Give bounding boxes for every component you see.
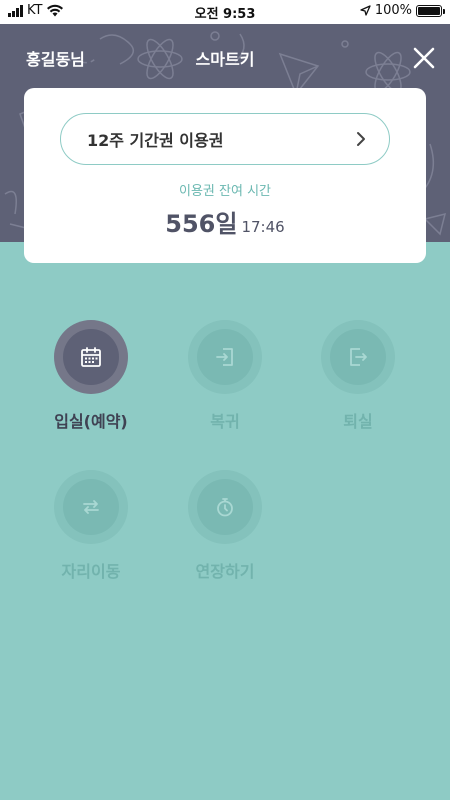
header-bar: 홍길동님 스마트키 bbox=[0, 24, 450, 90]
battery-icon bbox=[416, 4, 445, 17]
return-label: 복귀 bbox=[210, 412, 240, 431]
check-in-circle[interactable] bbox=[54, 320, 128, 394]
pass-name: 12주 기간권 이용권 bbox=[87, 131, 224, 150]
return-circle[interactable] bbox=[188, 320, 262, 394]
check-out-button[interactable]: 퇴실 bbox=[298, 320, 418, 432]
enter-icon bbox=[216, 348, 233, 366]
page-title: 스마트키 bbox=[195, 50, 255, 69]
exit-icon bbox=[350, 348, 367, 366]
pass-select-button[interactable]: 12주 기간권 이용권 bbox=[60, 113, 390, 165]
extend-circle[interactable] bbox=[188, 470, 262, 544]
ticket-card: 12주 기간권 이용권 이용권 잔여 시간 556일 17:46 bbox=[24, 88, 426, 263]
move-seat-button[interactable]: 자리이동 bbox=[31, 470, 151, 582]
status-right: 100% bbox=[360, 3, 445, 18]
close-icon bbox=[413, 47, 435, 69]
remaining-time-value: 556일 17:46 bbox=[24, 204, 426, 239]
extend-label: 연장하기 bbox=[195, 562, 255, 581]
move-seat-label: 자리이동 bbox=[61, 562, 121, 581]
remaining-clock: 17:46 bbox=[241, 218, 285, 236]
check-in-label: 입실(예약) bbox=[54, 412, 128, 431]
check-in-button[interactable]: 입실(예약) bbox=[31, 320, 151, 432]
swap-icon bbox=[83, 500, 99, 514]
move-seat-circle[interactable] bbox=[54, 470, 128, 544]
close-button[interactable] bbox=[410, 44, 438, 72]
check-out-circle[interactable] bbox=[321, 320, 395, 394]
extend-button[interactable]: 연장하기 bbox=[165, 470, 285, 582]
battery-percent: 100% bbox=[374, 3, 412, 18]
status-bar: KT 오전 9:53 100% bbox=[0, 0, 450, 24]
remaining-days: 556일 bbox=[165, 210, 238, 238]
remaining-time-label: 이용권 잔여 시간 bbox=[179, 184, 271, 199]
stopwatch-icon bbox=[217, 498, 233, 517]
return-button[interactable]: 복귀 bbox=[165, 320, 285, 432]
check-out-label: 퇴실 bbox=[343, 412, 373, 431]
location-arrow-icon bbox=[360, 5, 371, 16]
chevron-right-icon bbox=[357, 132, 365, 146]
calendar-icon bbox=[81, 347, 101, 367]
